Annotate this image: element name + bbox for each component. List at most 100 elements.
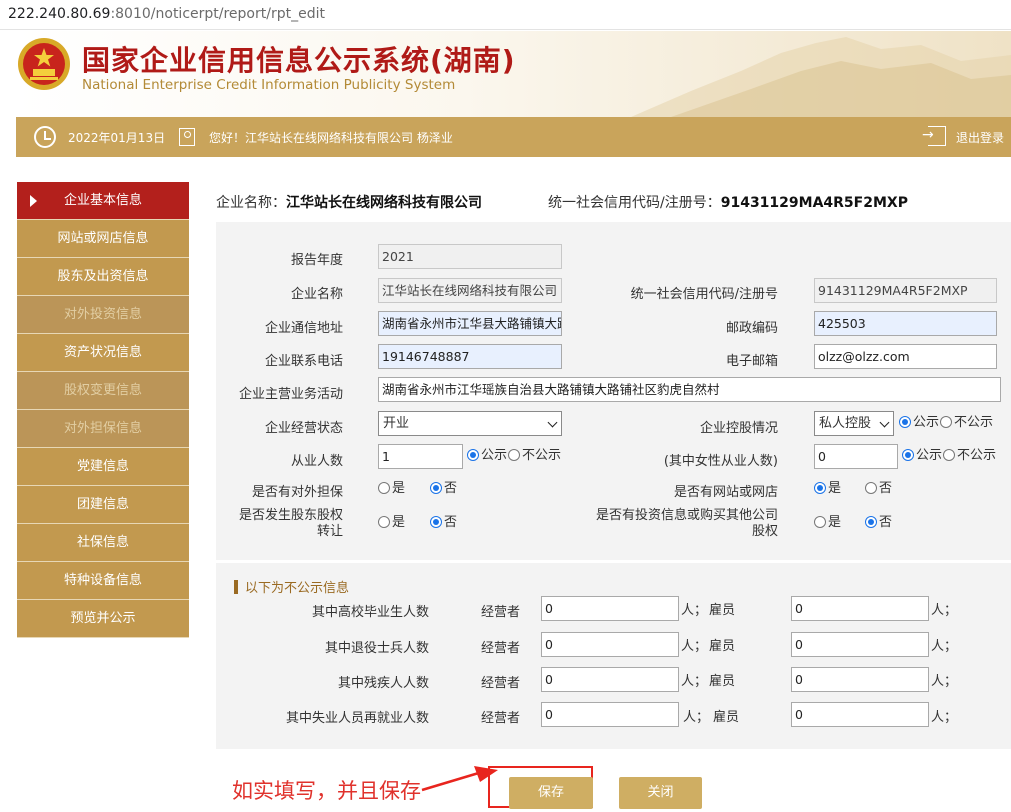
employees-not-public-radio[interactable]: 不公示 — [508, 449, 561, 463]
address-bar[interactable]: 222.240.80.69:8010/noticerpt/report/rpt_… — [0, 0, 1011, 30]
veterans-operator-input[interactable]: 0 — [541, 632, 679, 657]
phone-label: 企业联系电话 — [264, 354, 343, 369]
site-subtitle: National Enterprise Credit Information P… — [82, 77, 456, 93]
female-employees-label: (其中女性从业人数) — [663, 454, 778, 469]
sidebar-item-league[interactable]: 团建信息 — [17, 486, 189, 524]
investment-yes-radio[interactable]: 是 — [814, 516, 841, 530]
sidebar-item-assets[interactable]: 资产状况信息 — [17, 334, 189, 372]
clock-icon — [34, 126, 56, 148]
sidebar-item-special-equipment[interactable]: 特种设备信息 — [17, 562, 189, 600]
credit-code-field-label: 统一社会信用代码/注册号 — [630, 287, 778, 302]
postcode-input[interactable]: 425503 — [814, 311, 997, 336]
sidebar-item-guarantee[interactable]: 对外担保信息 — [17, 410, 189, 448]
credit-code-field: 91431129MA4R5F2MXP — [814, 278, 997, 303]
employee-label: 雇员 — [713, 710, 740, 725]
save-button[interactable]: 保存 — [509, 777, 593, 809]
email-input[interactable]: olzz@olzz.com — [814, 344, 997, 369]
sidebar-item-social-security[interactable]: 社保信息 — [17, 524, 189, 562]
radio-label: 是 — [392, 481, 406, 496]
radio-unchecked-icon — [508, 449, 520, 461]
sidebar-item-shareholders[interactable]: 股东及出资信息 — [17, 258, 189, 296]
radio-checked-icon — [430, 482, 442, 494]
close-button[interactable]: 关闭 — [619, 777, 702, 809]
sidebar-item-label: 对外担保信息 — [63, 421, 142, 436]
radio-label: 否 — [444, 515, 458, 530]
website-yes-radio[interactable]: 是 — [814, 482, 841, 496]
control-public-radio[interactable]: 公示 — [899, 416, 939, 430]
user-greeting: 您好！江华站长在线网络科技有限公司 杨泽业 — [209, 131, 453, 145]
radio-label: 公示 — [913, 415, 940, 430]
unit-label: 人； — [681, 639, 708, 654]
radio-label: 是 — [392, 515, 406, 530]
status-select[interactable]: 开业 — [378, 411, 562, 436]
sidebar-item-label: 预览并公示 — [70, 611, 136, 626]
unit-label: 人； — [931, 674, 958, 689]
graduates-employee-input[interactable]: 0 — [791, 596, 929, 621]
sidebar-item-party[interactable]: 党建信息 — [17, 448, 189, 486]
radio-unchecked-icon — [943, 449, 955, 461]
control-select[interactable]: 私人控股 — [814, 411, 894, 436]
graduates-label: 其中高校毕业生人数 — [311, 605, 429, 620]
investment-no-radio[interactable]: 否 — [865, 516, 892, 530]
radio-checked-icon — [865, 516, 877, 528]
operator-label: 经营者 — [481, 711, 521, 726]
radio-checked-icon — [467, 449, 479, 461]
phone-input[interactable]: 19146748887 — [378, 344, 562, 369]
disabled-employee-input[interactable]: 0 — [791, 667, 929, 692]
sidebar-item-website[interactable]: 网站或网店信息 — [17, 220, 189, 258]
sidebar-item-investment[interactable]: 对外投资信息 — [17, 296, 189, 334]
sidebar-item-basic-info[interactable]: 企业基本信息 — [17, 182, 189, 220]
employee-label: 雇员 — [709, 639, 736, 654]
equity-transfer-yes-radio[interactable]: 是 — [378, 516, 405, 530]
sidebar-item-label: 企业基本信息 — [63, 193, 142, 208]
current-date: 2022年01月13日 — [68, 131, 166, 145]
employees-public-radio[interactable]: 公示 — [467, 449, 507, 463]
reemployed-employee-input[interactable]: 0 — [791, 702, 929, 727]
reemployed-operator-input[interactable]: 0 — [541, 702, 679, 727]
national-emblem-icon — [18, 38, 70, 90]
guarantee-no-radio[interactable]: 否 — [430, 482, 457, 496]
operator-label: 经营者 — [481, 676, 521, 691]
control-not-public-radio[interactable]: 不公示 — [940, 416, 993, 430]
employees-input[interactable]: 1 — [378, 444, 463, 469]
radio-label: 公示 — [916, 448, 943, 463]
sidebar-item-label: 党建信息 — [76, 459, 129, 474]
website-no-radio[interactable]: 否 — [865, 482, 892, 496]
report-year-field: 2021 — [378, 244, 562, 269]
logout-icon[interactable] — [922, 126, 946, 146]
female-not-public-radio[interactable]: 不公示 — [943, 449, 996, 463]
business-label: 企业主营业务活动 — [238, 387, 343, 402]
radio-label: 公示 — [481, 448, 508, 463]
logout-link[interactable]: 退出登录 — [956, 129, 1004, 146]
sidebar-item-equity-change[interactable]: 股权变更信息 — [17, 372, 189, 410]
status-selected: 开业 — [383, 416, 410, 431]
label-line: 股权 — [751, 524, 778, 539]
sidebar-item-preview-publish[interactable]: 预览并公示 — [17, 600, 189, 638]
business-input[interactable]: 湖南省永州市江华瑶族自治县大路铺镇大路铺社区豹虎自然村 — [378, 377, 1001, 402]
radio-unchecked-icon — [378, 516, 390, 528]
radio-label: 是 — [828, 481, 842, 496]
unit-label: 人； — [931, 639, 958, 654]
disabled-operator-input[interactable]: 0 — [541, 667, 679, 692]
female-public-radio[interactable]: 公示 — [902, 449, 942, 463]
unit-label: 人； — [681, 674, 708, 689]
credit-code-summary: 统一社会信用代码/注册号：91431129MA4R5F2MXP — [548, 192, 908, 212]
section-title: 以下为不公示信息 — [245, 581, 350, 596]
active-arrow-icon — [30, 195, 37, 207]
operator-label: 经营者 — [481, 605, 521, 620]
veterans-employee-input[interactable]: 0 — [791, 632, 929, 657]
address-input[interactable]: 湖南省永州市江华县大路铺镇大路 — [378, 311, 562, 336]
female-employees-input[interactable]: 0 — [814, 444, 898, 469]
label-line: 是否有投资信息或购买其他公司 — [595, 508, 778, 523]
radio-label: 否 — [879, 515, 893, 530]
sidebar-item-label: 社保信息 — [76, 535, 129, 550]
graduates-operator-input[interactable]: 0 — [541, 596, 679, 621]
radio-checked-icon — [814, 482, 826, 494]
guarantee-yes-radio[interactable]: 是 — [378, 482, 405, 496]
company-summary: 企业名称：江华站长在线网络科技有限公司 统一社会信用代码/注册号：9143112… — [216, 192, 908, 212]
disabled-persons-label: 其中残疾人人数 — [337, 676, 429, 691]
url-path: :8010/noticerpt/report/rpt_edit — [110, 6, 325, 22]
radio-label: 否 — [444, 481, 458, 496]
equity-transfer-no-radio[interactable]: 否 — [430, 516, 457, 530]
radio-checked-icon — [902, 449, 914, 461]
